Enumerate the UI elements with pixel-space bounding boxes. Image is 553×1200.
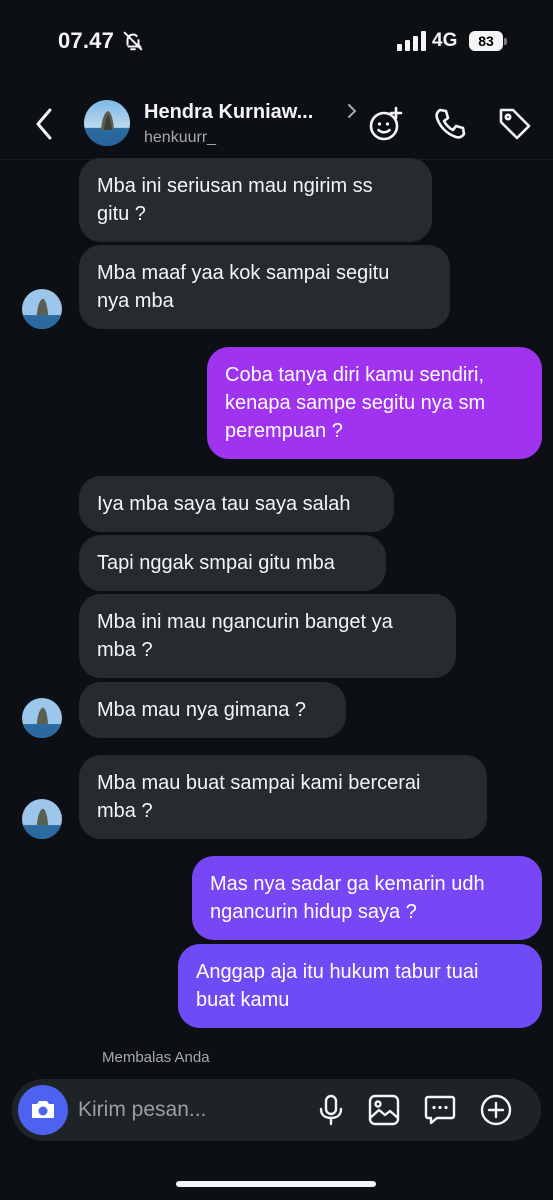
sender-avatar[interactable] — [22, 289, 62, 329]
plus-icon[interactable] — [479, 1093, 513, 1127]
battery-level: 83 — [469, 31, 503, 51]
replying-to-label: Membalas Anda — [102, 1049, 210, 1066]
avatar[interactable] — [84, 100, 130, 146]
camera-icon — [32, 1101, 54, 1118]
message-incoming[interactable]: Mba ini seriusan mau ngirim ss gitu ? — [79, 158, 432, 242]
battery-icon: 83 — [469, 31, 507, 51]
chat-header: Hendra Kurniaw... henkuurr_ — [0, 88, 553, 160]
message-input[interactable] — [78, 1093, 308, 1127]
phone-icon[interactable] — [431, 105, 469, 143]
microphone-icon[interactable] — [314, 1093, 348, 1127]
effects-icon[interactable] — [366, 105, 404, 143]
home-indicator[interactable] — [176, 1181, 376, 1187]
message-incoming[interactable]: Mba mau nya gimana ? — [79, 682, 346, 738]
status-time: 07.47 — [58, 28, 115, 53]
sender-avatar[interactable] — [22, 698, 62, 738]
camera-button[interactable] — [18, 1085, 68, 1135]
bell-muted-icon — [123, 31, 143, 51]
status-bar: 07.47 4G 83 — [0, 0, 553, 80]
message-incoming[interactable]: Tapi nggak smpai gitu mba — [79, 535, 386, 591]
message-outgoing[interactable]: Anggap aja itu hukum tabur tuai buat kam… — [178, 944, 542, 1028]
back-icon[interactable] — [30, 106, 58, 142]
contact-username: henkuurr_ — [144, 129, 217, 146]
message-incoming[interactable]: Mba maaf yaa kok sampai segitu nya mba — [79, 245, 450, 329]
message-incoming[interactable]: Mba mau buat sampai kami bercerai mba ? — [79, 755, 487, 839]
chevron-right-icon[interactable] — [346, 102, 358, 120]
signal-icon — [397, 31, 426, 51]
network-type: 4G — [432, 30, 458, 51]
sender-avatar[interactable] — [22, 799, 62, 839]
message-incoming[interactable]: Mba ini mau ngancurin banget ya mba ? — [79, 594, 456, 678]
tag-icon[interactable] — [496, 105, 534, 143]
sticker-icon[interactable] — [423, 1093, 457, 1127]
message-incoming[interactable]: Iya mba saya tau saya salah — [79, 476, 394, 532]
message-composer — [12, 1079, 541, 1141]
contact-name[interactable]: Hendra Kurniaw... — [144, 101, 313, 124]
gallery-icon[interactable] — [367, 1093, 401, 1127]
message-outgoing[interactable]: Mas nya sadar ga kemarin udh ngancurin h… — [192, 856, 542, 940]
message-outgoing[interactable]: Coba tanya diri kamu sendiri, kenapa sam… — [207, 347, 542, 459]
